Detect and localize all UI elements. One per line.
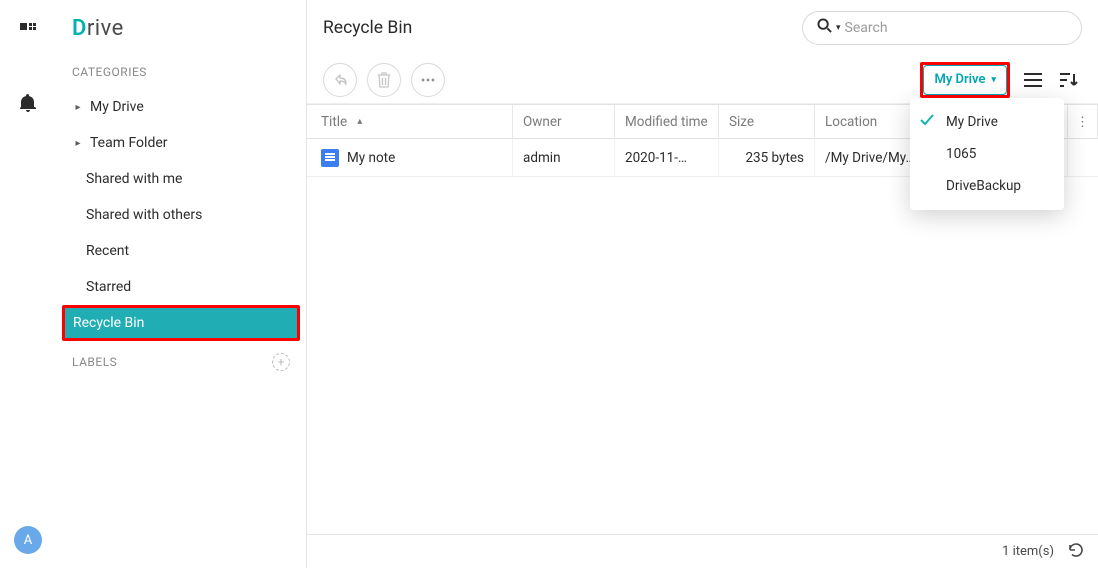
highlight-frame: Recycle Bin (62, 305, 300, 341)
undo-icon (332, 72, 348, 88)
col-more[interactable]: ⋮ (1068, 105, 1098, 138)
caret-icon: ▸ (72, 138, 84, 149)
sidebar-item-label: Shared with me (86, 171, 182, 187)
caret-icon: ▸ (72, 102, 84, 113)
sidebar-item-sharedwithothers[interactable]: Shared with others (56, 197, 306, 233)
sort-icon (1060, 73, 1078, 87)
refresh-button[interactable] (1068, 542, 1084, 562)
sidebar-item-label: Recycle Bin (73, 315, 144, 331)
sidebar-item-teamfolder[interactable]: ▸ Team Folder (56, 125, 306, 161)
topbar: Recycle Bin ▾ (307, 0, 1098, 56)
toolbar-right: My Drive ▾ (920, 62, 1082, 98)
categories-label: CATEGORIES (56, 59, 306, 89)
sidebar-item-sharedwithme[interactable]: Shared with me (56, 161, 306, 197)
avatar[interactable]: A (14, 526, 42, 554)
col-mtime[interactable]: Modified time (615, 105, 719, 138)
app-root: A Drive CATEGORIES ▸ My Drive ▸ Team Folde… (0, 0, 1098, 568)
check-icon (920, 114, 934, 130)
add-label-button[interactable]: + (272, 353, 290, 371)
item-count: 1 item(s) (1002, 544, 1054, 559)
sidebar-item-label: Shared with others (86, 207, 202, 223)
sidebar-item-mydrive[interactable]: ▸ My Drive (56, 89, 306, 125)
cell-mtime: 2020-11-… (615, 139, 719, 176)
main: Recycle Bin ▾ (307, 0, 1098, 568)
page-title: Recycle Bin (323, 18, 412, 38)
drive-selector-dropdown: My Drive 1065 DriveBackup (910, 98, 1064, 210)
sidebar-item-starred[interactable]: Starred (56, 269, 306, 305)
dots-icon (421, 78, 435, 82)
drive-selector-button[interactable]: My Drive ▾ (923, 65, 1007, 95)
more-button[interactable] (411, 63, 445, 97)
drive-selector-label: My Drive (934, 72, 985, 87)
actionbar: My Drive ▾ My Drive (307, 56, 1098, 104)
apps-icon[interactable] (15, 18, 41, 44)
sidebar-item-recent[interactable]: Recent (56, 233, 306, 269)
drive-option-label: My Drive (946, 114, 998, 130)
labels-label: LABELS (72, 355, 117, 369)
col-owner[interactable]: Owner (513, 105, 615, 138)
drive-option-1065[interactable]: 1065 (910, 138, 1064, 170)
bell-icon[interactable] (15, 90, 41, 116)
col-size[interactable]: Size (719, 105, 815, 138)
statusbar: 1 item(s) (307, 534, 1098, 568)
restore-button[interactable] (323, 63, 357, 97)
search-input[interactable] (845, 20, 1067, 36)
highlight-frame: My Drive ▾ (920, 62, 1010, 98)
sidebar-item-label: Recent (86, 243, 129, 259)
app-logo: Drive (56, 16, 306, 59)
col-title[interactable]: Title▴ (307, 105, 513, 138)
chevron-down-icon[interactable]: ▾ (836, 23, 841, 33)
sort-asc-icon: ▴ (357, 116, 362, 127)
list-icon (1024, 73, 1042, 87)
cell-more (1068, 139, 1098, 176)
categories-list: ▸ My Drive ▸ Team Folder Shared with me Sh… (56, 89, 306, 341)
app-rail (0, 0, 56, 568)
refresh-icon (1068, 542, 1084, 558)
labels-section: LABELS + (56, 341, 306, 371)
cell-size: 235 bytes (719, 139, 815, 176)
sidebar-item-label: My Drive (90, 99, 144, 115)
list-view-button[interactable] (1020, 67, 1046, 93)
chevron-down-icon: ▾ (991, 75, 996, 85)
avatar-initial: A (24, 533, 32, 548)
trash-icon (377, 72, 391, 88)
sidebar: Drive CATEGORIES ▸ My Drive ▸ Team Folder … (56, 0, 307, 568)
sort-button[interactable] (1056, 67, 1082, 93)
cell-owner: admin (513, 139, 615, 176)
drive-option-label: DriveBackup (946, 178, 1021, 194)
sidebar-item-recyclebin[interactable]: Recycle Bin (56, 305, 306, 341)
drive-option-drivebackup[interactable]: DriveBackup (910, 170, 1064, 202)
search-icon (817, 18, 832, 37)
drive-option-mydrive[interactable]: My Drive (910, 106, 1064, 138)
document-icon (321, 149, 339, 167)
search-box[interactable]: ▾ (802, 11, 1082, 45)
cell-title: My note (307, 139, 513, 176)
delete-button[interactable] (367, 63, 401, 97)
dots-vertical-icon: ⋮ (1076, 114, 1090, 130)
sidebar-item-label: Starred (86, 279, 131, 295)
drive-option-label: 1065 (946, 146, 976, 162)
sidebar-item-label: Team Folder (90, 135, 168, 151)
